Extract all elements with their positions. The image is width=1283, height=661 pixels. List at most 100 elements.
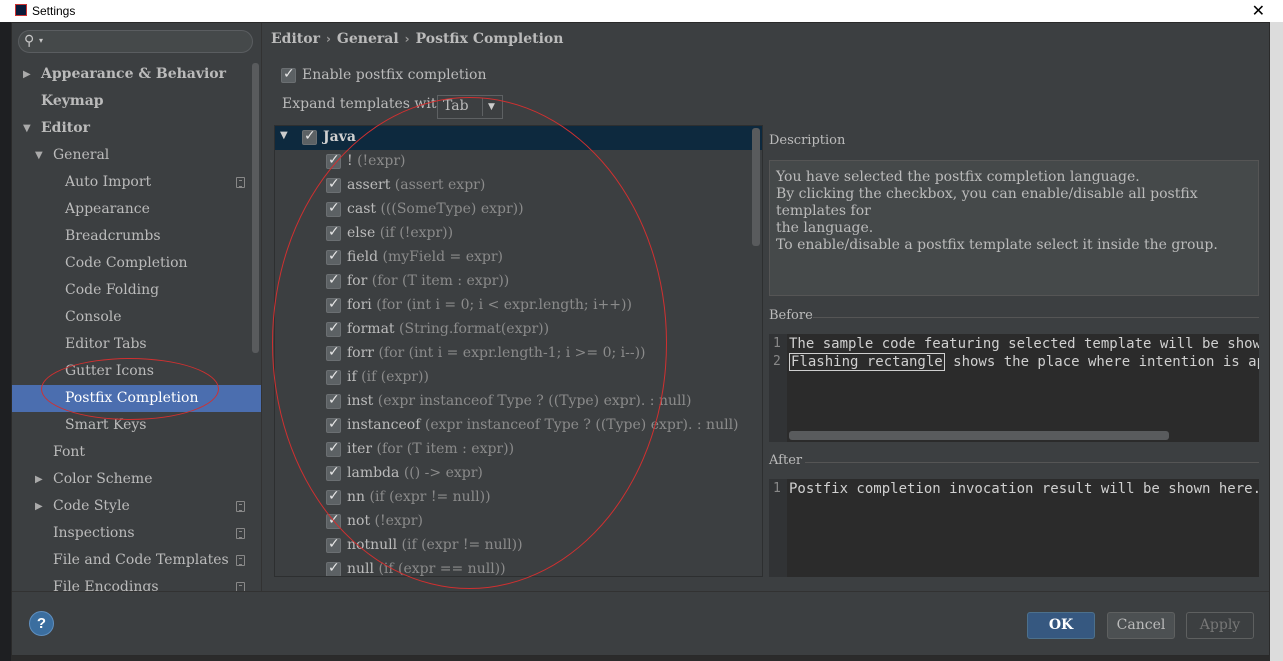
template-checkbox[interactable] <box>326 488 341 505</box>
template-checkbox[interactable] <box>326 368 341 385</box>
template-checkbox[interactable] <box>326 224 341 241</box>
template-key: notnull <box>347 537 398 553</box>
collapse-arrow-icon[interactable]: ▶ <box>35 493 43 520</box>
template-label: assert (assert expr) <box>347 177 485 193</box>
sidebar-item-color-scheme[interactable]: ▶ Color Scheme <box>12 466 261 493</box>
expand-arrow-icon[interactable]: ▼ <box>35 142 43 169</box>
template-checkbox[interactable] <box>326 392 341 409</box>
collapse-arrow-icon[interactable]: ▶ <box>23 61 31 88</box>
settings-dialog: ⚲ ▾ ▶ Appearance & Behavior Keymap ▼ Editor ▼… <box>11 22 1270 656</box>
expand-key-select[interactable]: Tab ▼ <box>437 95 503 119</box>
sidebar-item-label: Color Scheme <box>53 471 153 487</box>
template-row[interactable]: inst (expr instanceof Type ? ((Type) exp… <box>275 390 762 414</box>
sidebar-item-code-style[interactable]: ▶ Code Style <box>12 493 261 520</box>
sidebar-item-inspections[interactable]: Inspections <box>12 520 261 547</box>
collapse-arrow-icon[interactable]: ▶ <box>35 466 43 493</box>
template-checkbox[interactable] <box>326 272 341 289</box>
sidebar-item-smart-keys[interactable]: Smart Keys <box>12 412 261 439</box>
template-example: (myField = expr) <box>382 249 504 265</box>
sidebar-item-code-completion[interactable]: Code Completion <box>12 250 261 277</box>
template-checkbox[interactable] <box>326 464 341 481</box>
sidebar-item-auto-import[interactable]: Auto Import <box>12 169 261 196</box>
breadcrumb: Editor › General › Postfix Completion <box>271 31 563 47</box>
sidebar-item-postfix-completion[interactable]: Postfix Completion <box>12 385 261 412</box>
apply-button[interactable]: Apply <box>1186 612 1254 639</box>
template-checkbox[interactable] <box>326 320 341 337</box>
chevron-down-icon[interactable]: ▾ <box>39 36 43 45</box>
template-checkbox[interactable] <box>326 536 341 553</box>
chevron-down-icon[interactable]: ▼ <box>488 102 495 112</box>
template-row[interactable]: format (String.format(expr)) <box>275 318 762 342</box>
template-row[interactable]: notnull (if (expr != null)) <box>275 534 762 558</box>
ok-button[interactable]: OK <box>1027 612 1095 639</box>
sidebar-scrollbar[interactable] <box>252 63 259 353</box>
template-group-java[interactable]: ▼ Java <box>275 126 762 150</box>
template-key: else <box>347 225 376 241</box>
expand-arrow-icon[interactable]: ▼ <box>23 115 31 142</box>
template-key: lambda <box>347 465 400 481</box>
sidebar-item-console[interactable]: Console <box>12 304 261 331</box>
template-checkbox[interactable] <box>326 152 341 169</box>
template-row[interactable]: fori (for (int i = 0; i < expr.length; i… <box>275 294 762 318</box>
template-checkbox[interactable] <box>326 560 341 576</box>
expand-arrow-icon[interactable]: ▼ <box>280 130 288 141</box>
java-group-checkbox[interactable] <box>302 128 317 145</box>
template-row[interactable]: field (myField = expr) <box>275 246 762 270</box>
template-row[interactable]: lambda (() -> expr) <box>275 462 762 486</box>
settings-search[interactable]: ⚲ ▾ <box>18 30 253 53</box>
sidebar-item-breadcrumbs[interactable]: Breadcrumbs <box>12 223 261 250</box>
sidebar-item-font[interactable]: Font <box>12 439 261 466</box>
enable-postfix-checkbox[interactable] <box>281 66 296 83</box>
template-checkbox[interactable] <box>326 200 341 217</box>
sidebar-item-appearance-behavior[interactable]: ▶ Appearance & Behavior <box>12 61 261 88</box>
template-example: (expr instanceof Type ? ((Type) expr). :… <box>424 417 739 433</box>
template-row[interactable]: not (!expr) <box>275 510 762 534</box>
template-row[interactable]: assert (assert expr) <box>275 174 762 198</box>
template-row[interactable]: null (if (expr == null)) <box>275 558 762 576</box>
sidebar-item-appearance[interactable]: Appearance <box>12 196 261 223</box>
sidebar-item-label: Smart Keys <box>65 417 147 433</box>
template-checkbox[interactable] <box>326 248 341 265</box>
template-example: (for (T item : expr)) <box>376 441 515 457</box>
cancel-button[interactable]: Cancel <box>1107 612 1175 639</box>
search-icon[interactable]: ⚲ <box>24 33 34 49</box>
template-row[interactable]: nn (if (expr != null)) <box>275 486 762 510</box>
template-checkbox[interactable] <box>326 440 341 457</box>
template-row[interactable]: instanceof (expr instanceof Type ? ((Typ… <box>275 414 762 438</box>
template-row[interactable]: iter (for (T item : expr)) <box>275 438 762 462</box>
sidebar-item-keymap[interactable]: Keymap <box>12 88 261 115</box>
before-hscrollbar[interactable] <box>789 431 1169 440</box>
settings-tree: ▶ Appearance & Behavior Keymap ▼ Editor ▼ Gene… <box>12 61 261 591</box>
template-checkbox[interactable] <box>326 296 341 313</box>
template-list: ! (!expr) assert (assert expr) cast (((Som… <box>275 150 762 576</box>
sidebar-item-general[interactable]: ▼ General <box>12 142 261 169</box>
template-checkbox[interactable] <box>326 344 341 361</box>
sidebar-item-code-folding[interactable]: Code Folding <box>12 277 261 304</box>
sidebar-item-editor[interactable]: ▼ Editor <box>12 115 261 142</box>
template-row[interactable]: cast (((SomeType) expr)) <box>275 198 762 222</box>
template-key: assert <box>347 177 391 193</box>
sidebar-item-label: Console <box>65 309 122 325</box>
template-row[interactable]: forr (for (int i = expr.length-1; i >= 0… <box>275 342 762 366</box>
help-button[interactable]: ? <box>29 611 54 636</box>
templates-scrollbar[interactable] <box>752 128 760 246</box>
template-checkbox[interactable] <box>326 512 341 529</box>
template-checkbox[interactable] <box>326 416 341 433</box>
template-row[interactable]: if (if (expr)) <box>275 366 762 390</box>
search-input[interactable] <box>51 33 246 50</box>
template-example: (String.format(expr)) <box>399 321 550 337</box>
sidebar-item-editor-tabs[interactable]: Editor Tabs <box>12 331 261 358</box>
template-checkbox[interactable] <box>326 176 341 193</box>
template-example: (for (T item : expr)) <box>371 273 510 289</box>
sidebar-item-file-and-code-templates[interactable]: File and Code Templates <box>12 547 261 574</box>
before-code-text: Flashing rectangle shows the place where… <box>789 353 1259 371</box>
template-row[interactable]: else (if (!expr)) <box>275 222 762 246</box>
template-label: null (if (expr == null)) <box>347 561 506 576</box>
template-row[interactable]: ! (!expr) <box>275 150 762 174</box>
template-example: (if (expr)) <box>361 369 429 385</box>
sidebar-item-file-encodings[interactable]: File Encodings <box>12 574 261 591</box>
close-icon[interactable]: ✕ <box>1252 1 1265 21</box>
sidebar-item-gutter-icons[interactable]: Gutter Icons <box>12 358 261 385</box>
template-row[interactable]: for (for (T item : expr)) <box>275 270 762 294</box>
breadcrumb-editor: Editor <box>271 31 320 47</box>
